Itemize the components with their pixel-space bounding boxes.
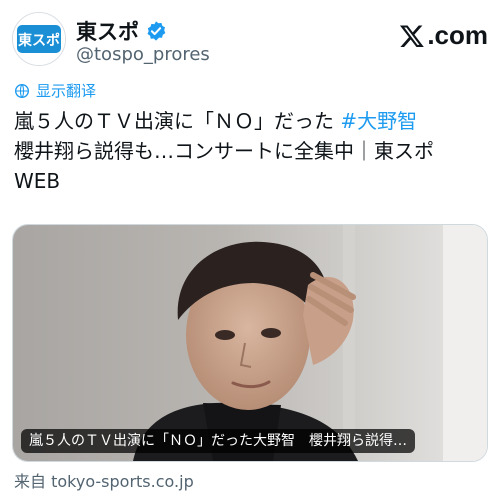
tweet-text: 嵐５人のＴＶ出演に「ＮＯ」だった #大野智 櫻井翔ら説得も…コンサートに全集中｜… (14, 106, 490, 196)
tweet-text-part: 櫻井翔ら説得も…コンサートに全集中｜東スポ WEB (14, 139, 434, 193)
card-photo (13, 225, 487, 461)
display-name[interactable]: 東スポ (76, 16, 139, 46)
x-logo[interactable]: .com (399, 20, 488, 51)
link-card[interactable]: 嵐５人のＴＶ出演に「ＮＯ」だった大野智 櫻井翔ら説得… (12, 224, 488, 462)
tweet-header: 東スポ 東スポ @tospo_prores .com (12, 10, 488, 66)
show-translation-button[interactable]: 显示翻译 (14, 80, 96, 101)
card-caption: 嵐５人のＴＶ出演に「ＮＯ」だった大野智 櫻井翔ら説得… (21, 429, 415, 453)
avatar[interactable]: 東スポ (12, 12, 66, 66)
tweet-text-part: 嵐５人のＴＶ出演に「ＮＯ」だった (14, 109, 341, 133)
x-domain-text: .com (427, 20, 488, 50)
verified-badge-icon (147, 21, 166, 41)
card-source-domain[interactable]: 来自 tokyo-sports.co.jp (14, 468, 194, 492)
name-row: 東スポ (76, 16, 167, 46)
handle[interactable]: @tospo_prores (76, 44, 210, 65)
x-logo-icon (400, 24, 425, 47)
show-translation-label: 显示翻译 (36, 82, 97, 100)
tospo-logo: 東スポ (13, 13, 65, 65)
hashtag-link[interactable]: #大野智 (340, 109, 417, 133)
svg-text:東スポ: 東スポ (18, 32, 60, 49)
globe-icon (15, 83, 29, 98)
